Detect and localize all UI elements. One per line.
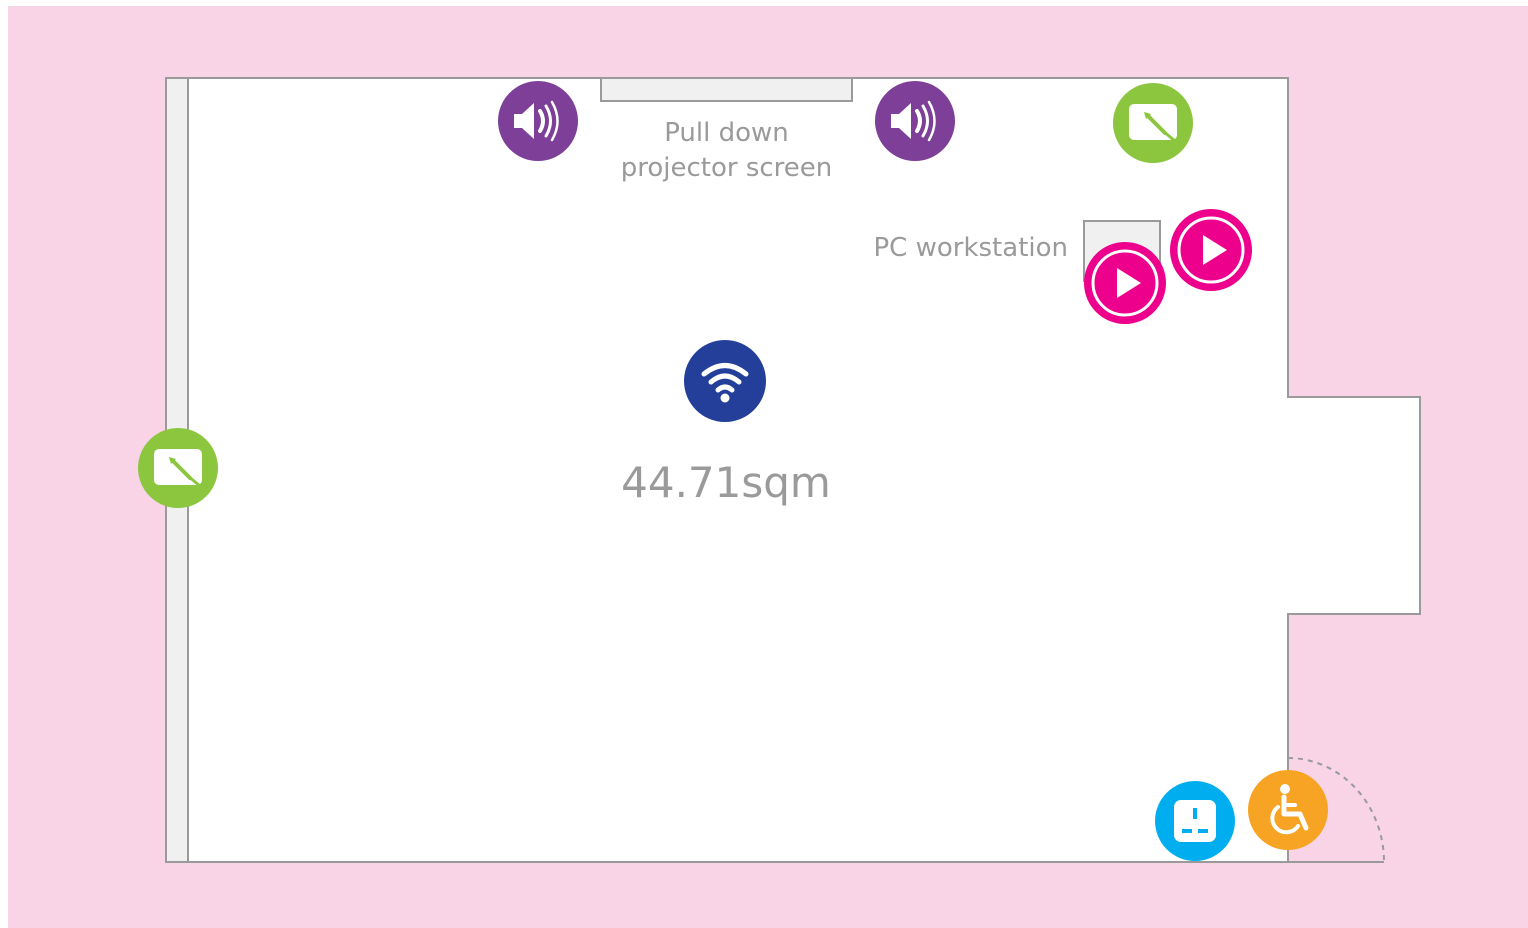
- wheelchair-accessible-icon: [1248, 770, 1328, 850]
- power-socket-icon: [1155, 781, 1235, 861]
- whiteboard-icon: [1113, 83, 1193, 163]
- pc-workstation-label: PC workstation: [873, 233, 1069, 263]
- play-icon: [1170, 209, 1252, 291]
- screen-label-line1: Pull down: [664, 118, 789, 148]
- room-area-label: 44.71sqm: [621, 458, 831, 507]
- projector-screen: [600, 77, 853, 102]
- play-icon: [1084, 242, 1166, 324]
- screen-label-line2: projector screen: [620, 153, 833, 183]
- wifi-icon: [684, 340, 766, 422]
- speaker-icon: [498, 81, 578, 161]
- whiteboard-icon: [138, 428, 218, 508]
- speaker-icon: [875, 81, 955, 161]
- floor-plan-canvas: Pull down projector screen PC workstatio…: [8, 6, 1528, 928]
